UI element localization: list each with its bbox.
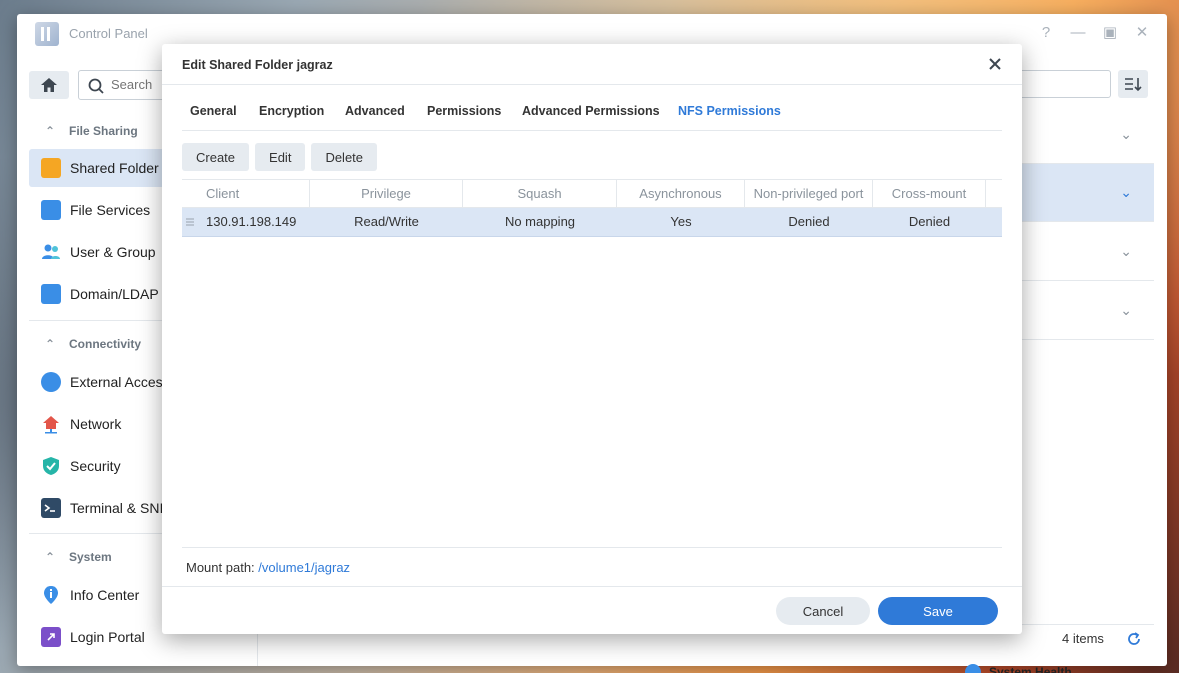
sidebar-item-label: Info Center (70, 587, 140, 603)
maximize-icon[interactable]: ▣ (1101, 24, 1119, 42)
system-health-label: System Health (989, 665, 1072, 673)
minimize-icon[interactable]: — (1069, 24, 1087, 42)
file-services-icon (41, 200, 61, 220)
table-row[interactable]: 130.91.198.149 Read/Write No mapping Yes… (182, 208, 1002, 237)
domain-ldap-icon (41, 284, 61, 304)
control-panel-icon (35, 22, 59, 46)
column-header-non-privileged-port[interactable]: Non-privileged port (745, 180, 873, 208)
login-portal-icon (41, 627, 61, 647)
search-icon (88, 78, 104, 94)
cell-client: 130.91.198.149 (206, 214, 297, 229)
save-button[interactable]: Save (878, 597, 998, 625)
edit-button[interactable]: Edit (255, 143, 306, 171)
dialog-title: Edit Shared Folder jagraz (182, 58, 333, 72)
sidebar-item-label: Shared Folder (70, 160, 159, 176)
section-label: System (69, 550, 112, 564)
section-system[interactable]: ⌃ System (45, 550, 112, 564)
system-health-widget[interactable]: System Health (965, 664, 1072, 673)
home-icon (41, 78, 57, 92)
shared-folder-icon (41, 158, 61, 178)
chevron-down-icon[interactable]: ⌄ (1120, 302, 1132, 319)
sidebar-item-partial[interactable] (29, 660, 257, 666)
divider (162, 84, 1022, 85)
info-icon (965, 664, 981, 673)
toolbar: Create Edit Delete (182, 143, 378, 171)
cell-privilege: Read/Write (354, 214, 419, 229)
cell-non-privileged-port: Denied (788, 214, 830, 229)
chevron-up-icon: ⌃ (45, 124, 56, 138)
column-header-squash[interactable]: Squash (463, 180, 617, 208)
chevron-up-icon: ⌃ (45, 550, 56, 564)
sidebar-item-label: Domain/LDAP (70, 286, 159, 302)
drag-handle-icon[interactable] (186, 217, 194, 227)
window-title: Control Panel (69, 26, 148, 41)
tab-general[interactable]: General (190, 104, 237, 118)
cell-cross-mount: Denied (908, 214, 951, 229)
divider (162, 586, 1022, 587)
chevron-down-icon[interactable]: ⌄ (1120, 184, 1132, 201)
user-group-icon (41, 242, 61, 262)
cell-squash: No mapping (504, 214, 576, 229)
close-icon[interactable] (988, 57, 1002, 71)
help-icon[interactable]: ? (1037, 24, 1055, 42)
edit-shared-folder-dialog: Edit Shared Folder jagraz General Encryp… (162, 44, 1022, 634)
section-connectivity[interactable]: ⌃ Connectivity (45, 337, 141, 351)
section-label: File Sharing (69, 124, 138, 138)
mount-path-link[interactable]: /volume1/jagraz (258, 560, 350, 575)
column-header-privilege[interactable]: Privilege (310, 180, 463, 208)
cancel-button[interactable]: Cancel (776, 597, 870, 625)
column-header-asynchronous[interactable]: Asynchronous (617, 180, 745, 208)
delete-button[interactable]: Delete (311, 143, 378, 171)
tab-bar: General Encryption Advanced Permissions … (182, 104, 1002, 131)
security-shield-icon (41, 456, 61, 476)
refresh-icon[interactable] (1126, 631, 1142, 647)
column-header-client[interactable]: Client (202, 180, 310, 208)
table-header: Client Privilege Squash Asynchronous Non… (182, 179, 1002, 208)
home-button[interactable] (29, 71, 69, 99)
chevron-down-icon[interactable]: ⌄ (1120, 126, 1132, 143)
sidebar-item-label: Network (70, 416, 122, 432)
column-header-cross-mount[interactable]: Cross-mount (873, 180, 986, 208)
sort-button[interactable] (1118, 70, 1148, 98)
sidebar-item-label: Terminal & SNI (70, 500, 164, 516)
tab-nfs-permissions[interactable]: NFS Permissions (678, 104, 781, 118)
network-icon (41, 414, 61, 434)
chevron-down-icon[interactable]: ⌄ (1120, 243, 1132, 260)
divider (182, 547, 1002, 548)
sidebar-item-label: Security (70, 458, 121, 474)
mount-path: Mount path: /volume1/jagraz (186, 560, 350, 575)
sidebar-item-label: File Services (70, 202, 151, 218)
sidebar-item-label: User & Group (70, 244, 156, 260)
mount-path-label: Mount path: (186, 560, 255, 575)
items-count: 4 items (1062, 631, 1104, 646)
tab-advanced[interactable]: Advanced (345, 104, 405, 118)
section-file-sharing[interactable]: ⌃ File Sharing (45, 124, 138, 138)
external-access-icon (41, 372, 61, 392)
close-icon[interactable]: ✕ (1133, 24, 1151, 42)
create-button[interactable]: Create (182, 143, 250, 171)
sort-icon (1125, 78, 1142, 92)
tab-advanced-permissions[interactable]: Advanced Permissions (522, 104, 660, 118)
tab-permissions[interactable]: Permissions (427, 104, 501, 118)
sidebar-item-label: External Acces (70, 374, 163, 390)
section-label: Connectivity (69, 337, 142, 351)
tab-encryption[interactable]: Encryption (259, 104, 324, 118)
terminal-icon (41, 498, 61, 518)
chevron-up-icon: ⌃ (45, 337, 56, 351)
info-center-icon (41, 585, 61, 605)
cell-asynchronous: Yes (670, 214, 692, 229)
sidebar-item-label: Login Portal (70, 629, 145, 645)
